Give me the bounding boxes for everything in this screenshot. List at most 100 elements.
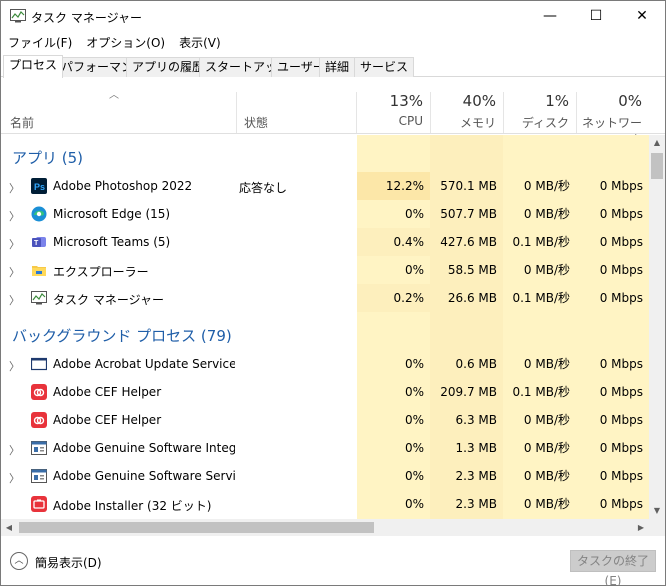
maximize-button[interactable]: ☐ [573, 1, 619, 31]
process-name: Adobe Genuine Software Integri... [53, 441, 235, 455]
memory-cell: 1.3 MB [455, 441, 497, 455]
table-row[interactable]: 〉 タスク マネージャー 0.2% 26.6 MB 0.1 MB/秒 0 Mbp… [1, 284, 649, 312]
minimize-button[interactable]: — [527, 1, 573, 31]
horizontal-scroll-thumb[interactable] [19, 522, 374, 533]
table-row[interactable]: Adobe CEF Helper 0% 6.3 MB 0 MB/秒 0 Mbps [1, 406, 649, 434]
cpu-cell: 0% [404, 207, 424, 221]
disk-cell: 0 MB/秒 [523, 207, 570, 221]
process-name: Adobe Photoshop 2022 [53, 179, 193, 193]
expand-chevron-icon[interactable]: 〉 [9, 264, 20, 280]
network-cell: 0 Mbps [599, 291, 643, 305]
scroll-down-icon[interactable]: ▼ [649, 503, 665, 519]
memory-cell: 58.5 MB [447, 263, 497, 277]
network-cell: 0 Mbps [599, 179, 643, 193]
disk-cell: 0.1 MB/秒 [512, 385, 570, 399]
disk-cell: 0 MB/秒 [523, 357, 570, 371]
expand-chevron-icon[interactable]: 〉 [9, 470, 20, 486]
disk-total: 1% [545, 92, 569, 110]
cpu-label: CPU [398, 114, 423, 128]
teams-icon: T [32, 237, 46, 247]
expand-chevron-icon[interactable]: 〉 [9, 358, 20, 374]
table-row[interactable]: 〉 エクスプローラー 0% 58.5 MB 0 MB/秒 0 Mbps [1, 256, 649, 284]
vertical-scroll-thumb[interactable] [651, 153, 663, 179]
expand-chevron-icon[interactable]: 〉 [9, 442, 20, 458]
window-icon [31, 357, 47, 371]
process-name: Microsoft Teams (5) [53, 235, 171, 249]
scroll-right-icon[interactable]: ▶ [633, 519, 649, 536]
column-memory[interactable]: 40% メモリ [430, 92, 503, 131]
tab-app-history[interactable]: アプリの履歴 [126, 57, 211, 77]
network-cell: 0 Mbps [599, 357, 643, 371]
network-cell: 0 Mbps [599, 497, 643, 511]
expand-chevron-icon[interactable]: 〉 [9, 292, 20, 308]
menu-options[interactable]: オプション(O) [79, 32, 172, 52]
cpu-cell: 0% [404, 469, 424, 483]
menu-file[interactable]: ファイル(F) [1, 32, 79, 52]
creative-cloud-icon [31, 384, 47, 400]
expand-chevron-icon[interactable]: 〉 [9, 236, 20, 252]
sort-ascending-icon[interactable]: ︿ [109, 86, 119, 101]
network-cell: 0 Mbps [599, 469, 643, 483]
menu-view[interactable]: 表示(V) [172, 32, 228, 52]
group-header-background[interactable]: バックグラウンド プロセス (79) [1, 321, 649, 349]
cpu-cell: 0% [404, 413, 424, 427]
vertical-scrollbar[interactable]: ▲ ▼ [649, 135, 665, 519]
column-status[interactable]: 状態 [244, 114, 268, 131]
disk-label: ディスク [521, 116, 569, 130]
memory-label: メモリ [459, 116, 496, 130]
memory-cell: 2.3 MB [455, 497, 497, 511]
edge-icon [31, 206, 47, 222]
network-cell: 0 Mbps [599, 263, 643, 277]
chevron-up-circle-icon[interactable]: ︿ [10, 552, 28, 570]
column-divider[interactable] [236, 92, 237, 133]
disk-cell: 0.1 MB/秒 [512, 235, 570, 249]
cpu-cell: 0% [404, 497, 424, 511]
group-header-apps[interactable]: アプリ (5) [1, 143, 649, 171]
cpu-cell: 0% [404, 357, 424, 371]
table-row[interactable]: Adobe CEF Helper 0% 209.7 MB 0.1 MB/秒 0 … [1, 378, 649, 406]
memory-cell: 507.7 MB [440, 207, 497, 221]
menu-bar: ファイル(F) オプション(O) 表示(V) [1, 32, 228, 52]
table-row[interactable]: 〉 Adobe Genuine Software Integri... 0% 1… [1, 434, 649, 462]
column-name[interactable]: 名前 [10, 114, 34, 131]
column-cpu[interactable]: 13% CPU [357, 92, 430, 128]
table-row[interactable]: 〉 Microsoft Edge (15) 0% 507.7 MB 0 MB/秒… [1, 200, 649, 228]
disk-cell: 0 MB/秒 [523, 413, 570, 427]
memory-cell: 6.3 MB [455, 413, 497, 427]
process-name: Adobe CEF Helper [53, 385, 162, 399]
explorer-icon [32, 266, 46, 276]
process-name: Adobe Installer (32 ビット) [53, 499, 212, 513]
disk-cell: 0 MB/秒 [523, 497, 570, 511]
adobe-installer-icon [31, 496, 47, 512]
table-row[interactable]: 〉 Adobe Acrobat Update Service (... 0% 0… [1, 350, 649, 378]
tab-services[interactable]: サービス [354, 57, 415, 77]
tab-details[interactable]: 詳細 [319, 57, 356, 77]
fewer-details-link[interactable]: 簡易表示(D) [35, 554, 102, 571]
table-row[interactable]: Adobe Installer (32 ビット) 0% 2.3 MB 0 MB/… [1, 490, 649, 518]
disk-cell: 0 MB/秒 [523, 179, 570, 193]
expand-chevron-icon[interactable]: 〉 [9, 208, 20, 224]
scroll-up-icon[interactable]: ▲ [649, 135, 665, 151]
tab-bar: プロセス パフォーマンス アプリの履歴 スタートアップ ユーザー 詳細 サービス [1, 55, 665, 78]
process-name: Adobe CEF Helper [53, 413, 162, 427]
end-task-button[interactable]: タスクの終了(E) [570, 550, 656, 585]
process-status: 応答なし [239, 181, 288, 195]
close-button[interactable]: ✕ [619, 1, 665, 31]
memory-cell: 0.6 MB [455, 357, 497, 371]
table-row[interactable]: 〉 Ps Adobe Photoshop 2022 応答なし 12.2% 570… [1, 172, 649, 200]
column-header: ︿ 名前 状態 13% CPU 40% メモリ 1% ディスク 0% ネットワー… [1, 78, 665, 147]
table-row[interactable]: 〉 Adobe Genuine Software Servic... 0% 2.… [1, 462, 649, 490]
network-total: 0% [618, 92, 642, 110]
tab-processes[interactable]: プロセス [3, 55, 64, 78]
process-name: Adobe Acrobat Update Service (... [53, 357, 235, 371]
memory-cell: 209.7 MB [440, 385, 497, 399]
scroll-left-icon[interactable]: ◀ [1, 519, 17, 536]
table-row[interactable]: 〉 T Microsoft Teams (5) 0.4% 427.6 MB 0.… [1, 228, 649, 256]
photoshop-icon: Ps [31, 178, 47, 194]
horizontal-scrollbar[interactable]: ◀ ▶ [1, 519, 649, 536]
svg-text:Ps: Ps [34, 182, 45, 192]
service-icon [31, 469, 47, 483]
expand-chevron-icon[interactable]: 〉 [9, 180, 20, 196]
column-disk[interactable]: 1% ディスク [503, 92, 576, 131]
title-bar[interactable]: タスク マネージャー — ☐ ✕ [1, 1, 665, 31]
